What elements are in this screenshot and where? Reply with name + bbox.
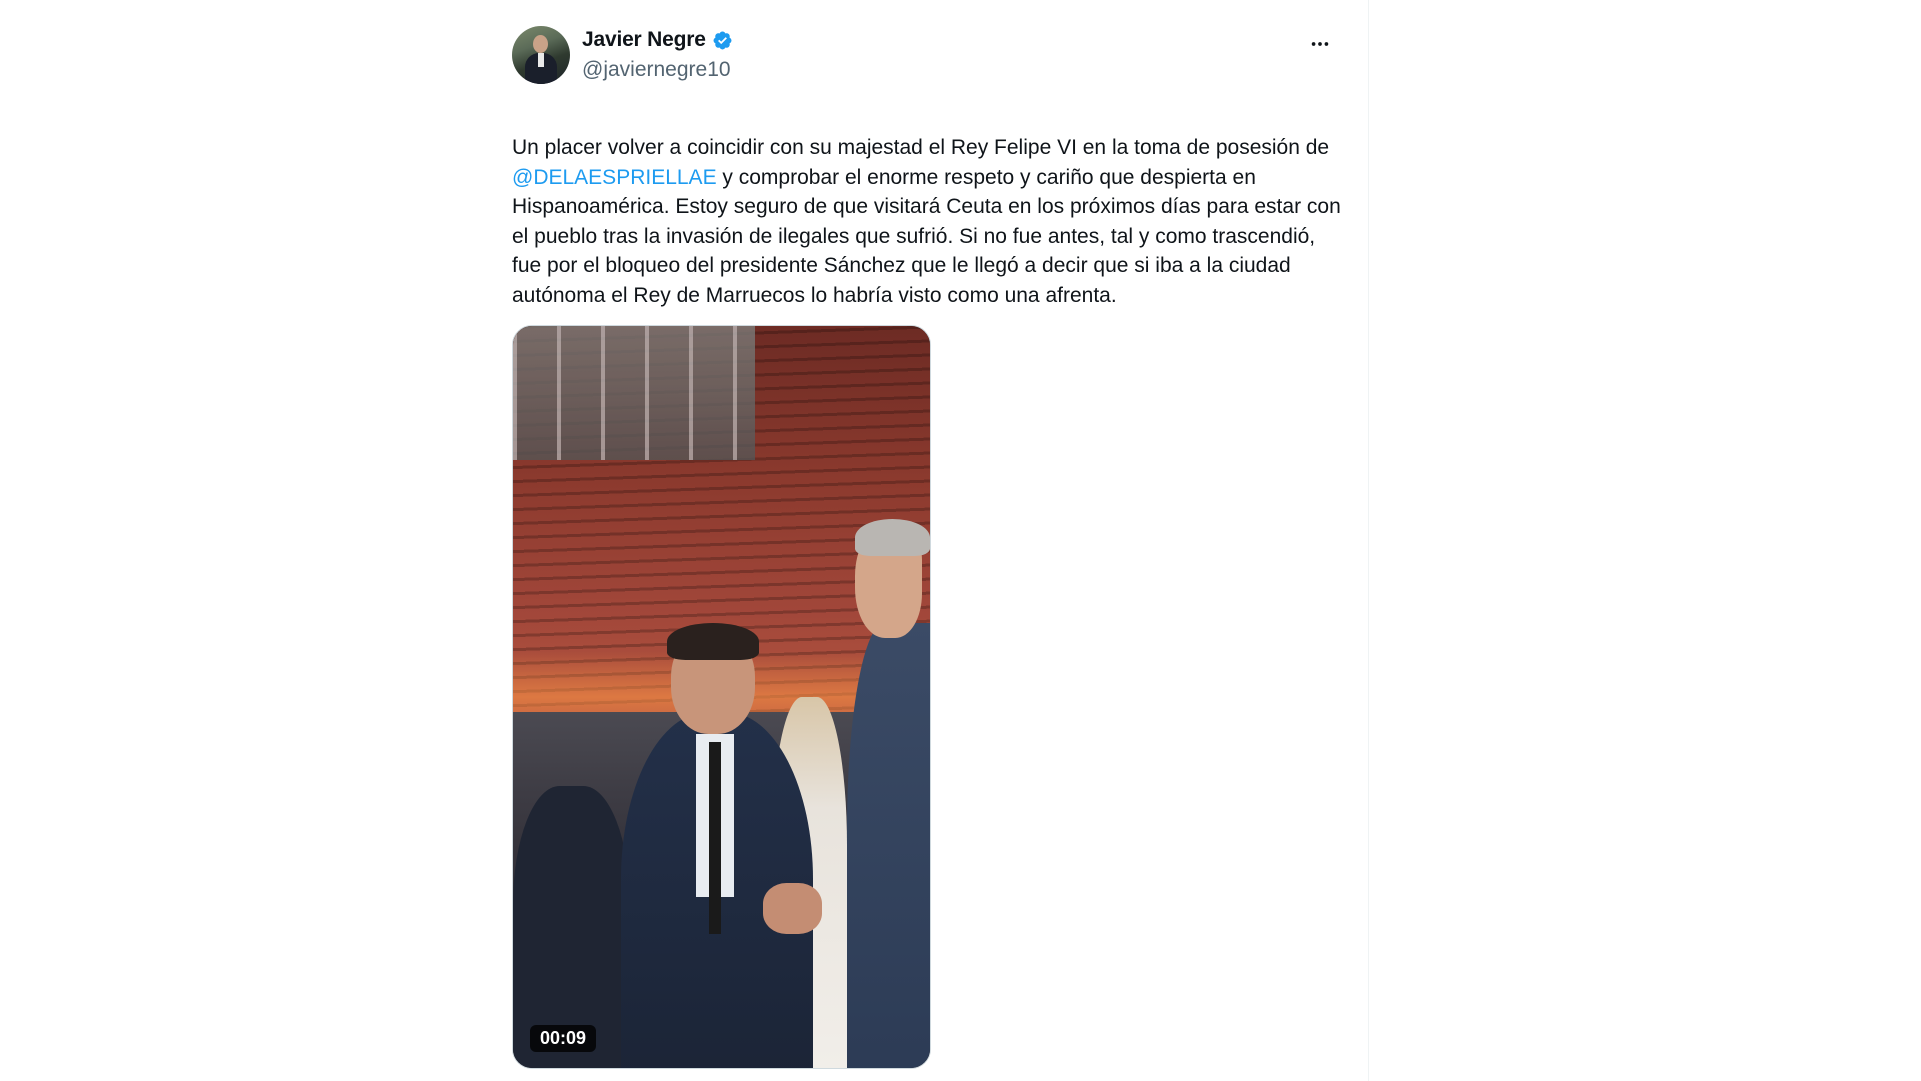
tweet-column: Javier Negre @javiernegre10 Un placer vo… (0, 0, 1369, 1081)
tweet[interactable]: Javier Negre @javiernegre10 Un placer vo… (512, 26, 1342, 1069)
video-player[interactable]: 00:09 (512, 325, 931, 1069)
tweet-header: Javier Negre @javiernegre10 (512, 26, 1342, 86)
display-name[interactable]: Javier Negre (582, 28, 706, 52)
handle[interactable]: @javiernegre10 (582, 58, 731, 82)
more-horizontal-icon (1311, 42, 1329, 46)
tweet-text-part1: Un placer volver a coincidir con su maje… (512, 136, 1330, 159)
tweet-text: Un placer volver a coincidir con su maje… (512, 133, 1342, 310)
verified-badge-icon (713, 31, 732, 49)
play-video-button[interactable] (513, 326, 930, 1068)
name-row: Javier Negre (582, 28, 733, 52)
avatar[interactable] (512, 26, 570, 84)
more-options-button[interactable] (1302, 28, 1338, 60)
mention-link[interactable]: @DELAESPRIELLAE (512, 166, 717, 189)
avatar-head (533, 35, 548, 53)
avatar-shirt (538, 53, 544, 67)
video-duration-badge: 00:09 (530, 1025, 597, 1052)
